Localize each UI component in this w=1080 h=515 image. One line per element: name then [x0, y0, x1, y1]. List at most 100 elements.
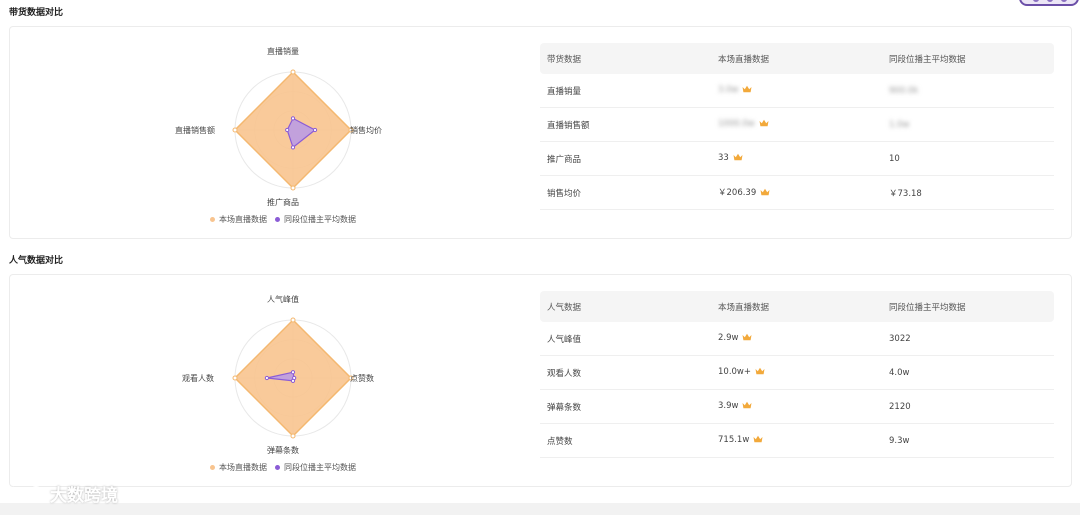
table-header: 本场直播数据: [711, 43, 882, 74]
current-value: 33: [718, 153, 729, 163]
average-value: ￥73.18: [882, 175, 1054, 210]
average-value-cell: 900.0k: [882, 74, 1054, 108]
radar-point-average: [290, 116, 296, 121]
metric-name: 观看人数: [540, 355, 711, 390]
legend-label: 同段位播主平均数据: [284, 215, 356, 224]
average-value-cell: 1.0w: [882, 107, 1054, 142]
radar-legend: 本场直播数据 同段位播主平均数据: [210, 214, 364, 225]
average-value: 1.0w: [889, 119, 910, 130]
metric-name: 人气峰值: [540, 322, 711, 356]
average-value: 10: [882, 141, 1054, 176]
legend-label: 同段位播主平均数据: [284, 463, 356, 472]
legend-dot-icon: [210, 217, 215, 222]
current-value-cell: 3.0w: [711, 74, 882, 108]
radar-point-average: [312, 127, 318, 133]
radar-point-current: [232, 127, 238, 133]
legend-item-current[interactable]: 本场直播数据: [210, 462, 267, 473]
table-row: 人气峰值 2.9w 3022: [540, 322, 1054, 356]
popularity-radar-chart: 人气峰值 点赞数 弹幕条数 观看人数 本场直播数据 同段位播主平均数据: [160, 283, 450, 488]
sales-comparison-card: 直播销量 销售均价 推广商品 直播销售额 本场直播数据 同段位播主平均数据 带货…: [9, 26, 1072, 239]
radar-legend: 本场直播数据 同段位播主平均数据: [210, 462, 364, 473]
legend-dot-icon: [275, 217, 280, 222]
sales-radar-chart: 直播销量 销售均价 推广商品 直播销售额 本场直播数据 同段位播主平均数据: [160, 35, 450, 240]
current-value-cell: 33: [711, 141, 882, 176]
average-value: 2120: [882, 389, 1054, 424]
current-value-cell: 2.9w: [711, 322, 882, 356]
crown-icon: [755, 367, 765, 378]
average-value: 900.0k: [889, 85, 919, 96]
legend-item-average[interactable]: 同段位播主平均数据: [275, 214, 356, 225]
bottom-bar: [0, 503, 1080, 515]
watermark: 大数跨境: [10, 481, 118, 506]
section-title-sales: 带货数据对比: [9, 8, 64, 18]
crown-icon: [760, 188, 770, 199]
metric-name: 直播销量: [540, 74, 711, 108]
table-header: 本场直播数据: [711, 291, 882, 322]
table-header: 同段位播主平均数据: [882, 291, 1054, 322]
watermark-text: 大数跨境: [50, 486, 118, 506]
average-value: 9.3w: [882, 423, 1054, 458]
current-value: 2.9w: [718, 333, 739, 343]
popularity-comparison-table: 人气数据 本场直播数据 同段位播主平均数据 人气峰值 2.9w 3022 观看人…: [540, 291, 1054, 458]
legend-item-average[interactable]: 同段位播主平均数据: [275, 462, 356, 473]
current-value: 10.0w+: [718, 367, 751, 377]
current-value: 3.0w: [718, 85, 739, 95]
metric-name: 销售均价: [540, 175, 711, 210]
current-value-cell: 10.0w+: [711, 355, 882, 390]
table-header: 同段位播主平均数据: [882, 43, 1054, 74]
brand-logo: [1016, 0, 1080, 13]
radar-axis-label: 直播销量: [267, 47, 299, 56]
radar-point-current: [290, 69, 296, 75]
radar-point-average: [285, 127, 290, 133]
radar-point-current: [290, 433, 296, 439]
radar-axis-label: 观看人数: [182, 374, 214, 383]
average-value: 3022: [882, 322, 1054, 356]
legend-label: 本场直播数据: [219, 215, 267, 224]
average-value: 4.0w: [882, 355, 1054, 390]
metric-name: 推广商品: [540, 141, 711, 176]
table-header-row: 人气数据 本场直播数据 同段位播主平均数据: [540, 291, 1054, 322]
radar-axis-label: 弹幕条数: [267, 446, 299, 455]
table-row: 直播销量 3.0w 900.0k: [540, 74, 1054, 108]
radar-point-average: [264, 375, 270, 381]
radar-point-current: [232, 375, 238, 381]
legend-item-current[interactable]: 本场直播数据: [210, 214, 267, 225]
metric-name: 直播销售额: [540, 107, 711, 142]
radar-axis-label: 直播销售额: [175, 126, 215, 135]
current-value: 715.1w: [718, 435, 750, 445]
current-value-cell: 1000.0w: [711, 107, 882, 142]
legend-label: 本场直播数据: [219, 463, 267, 472]
crown-icon: [742, 85, 752, 96]
current-value: ￥206.39: [718, 188, 757, 198]
radar-axis-label: 人气峰值: [267, 295, 299, 304]
sales-comparison-table: 带货数据 本场直播数据 同段位播主平均数据 直播销量 3.0w 900.0k 直…: [540, 43, 1054, 210]
table-row: 销售均价 ￥206.39 ￥73.18: [540, 175, 1054, 210]
radar-point-current: [290, 185, 296, 191]
table-row: 直播销售额 1000.0w 1.0w: [540, 107, 1054, 142]
metric-name: 弹幕条数: [540, 389, 711, 424]
current-value: 1000.0w: [718, 119, 755, 129]
crown-icon: [742, 401, 752, 412]
current-value-cell: 715.1w: [711, 423, 882, 458]
radar-axis-label: 推广商品: [267, 198, 299, 207]
crown-icon: [759, 119, 769, 130]
radar-point-average: [290, 370, 296, 375]
radar-point-average: [290, 145, 296, 150]
current-value: 3.9w: [718, 401, 739, 411]
table-row: 观看人数 10.0w+ 4.0w: [540, 355, 1054, 390]
popularity-comparison-card: 人气峰值 点赞数 弹幕条数 观看人数 本场直播数据 同段位播主平均数据 人气数据…: [9, 274, 1072, 487]
section-title-popularity: 人气数据对比: [9, 256, 64, 266]
radar-point-average: [290, 378, 296, 384]
metric-name: 点赞数: [540, 423, 711, 458]
radar-point-current: [290, 317, 296, 323]
watermark-logo-icon: [11, 485, 45, 501]
crown-icon: [753, 435, 763, 446]
table-row: 推广商品 33 10: [540, 141, 1054, 176]
table-header: 带货数据: [540, 43, 711, 74]
legend-dot-icon: [210, 465, 215, 470]
current-value-cell: 3.9w: [711, 389, 882, 424]
crown-icon: [733, 153, 743, 164]
legend-dot-icon: [275, 465, 280, 470]
current-value-cell: ￥206.39: [711, 175, 882, 210]
table-row: 点赞数 715.1w 9.3w: [540, 423, 1054, 458]
